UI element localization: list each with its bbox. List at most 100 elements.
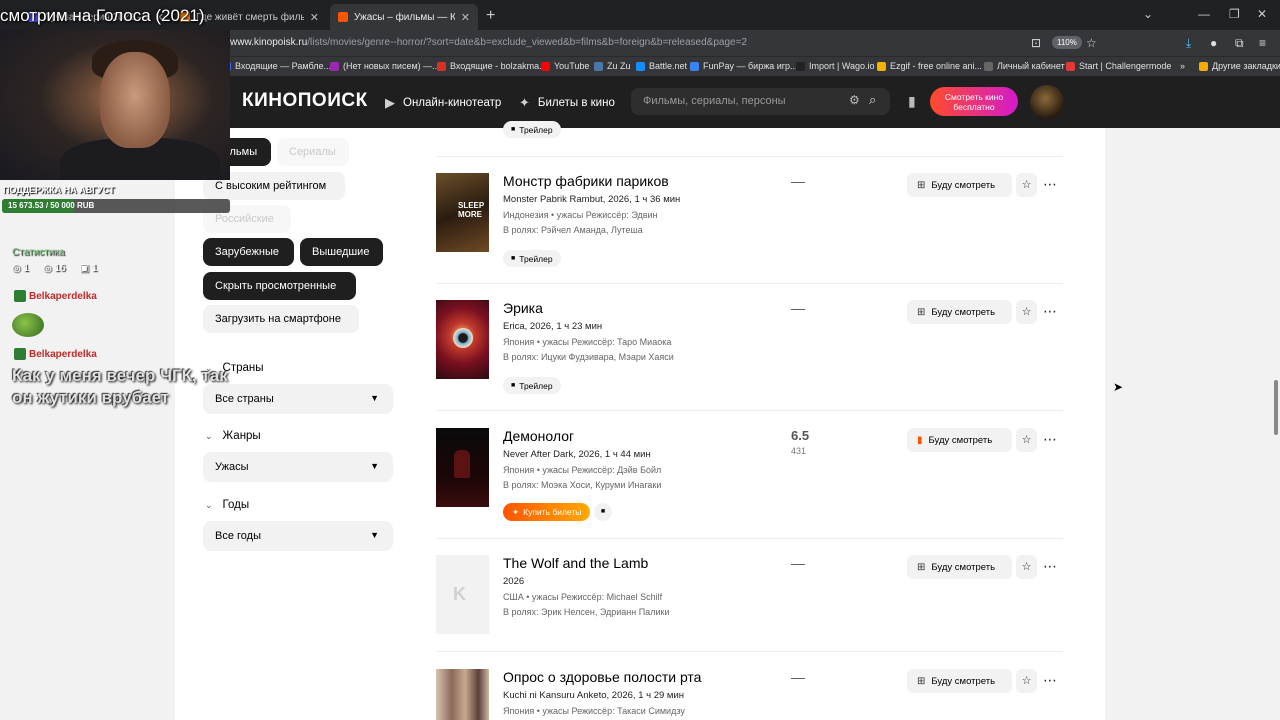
avatar[interactable] — [1030, 85, 1064, 119]
list-item: Опрос о здоровье полости рта Kuchi ni Ka… — [436, 669, 1063, 720]
bookmark-item[interactable]: Личный кабинет — [984, 61, 1065, 71]
stat-value: 1 — [91, 263, 98, 274]
bookmark-favicon — [877, 61, 886, 71]
install-icon[interactable]: ⊡ — [1031, 36, 1041, 50]
filter-icon[interactable]: ⚙ — [849, 93, 860, 107]
other-bookmarks[interactable]: Другие закладки — [1199, 61, 1280, 71]
close-icon[interactable]: ✕ — [310, 11, 319, 24]
watch-label: Буду смотреть — [931, 675, 996, 687]
browser-tab-active[interactable]: Ужасы – фильмы — Кинопоиск ✕ — [330, 4, 478, 30]
nav-online-cinema[interactable]: ▶ Онлайн-кинотеатр — [385, 95, 501, 111]
watch-free-button[interactable]: Смотреть кино бесплатно — [930, 87, 1018, 116]
scrollbar-thumb[interactable] — [1274, 380, 1278, 435]
film-title[interactable]: Эрика — [503, 300, 543, 316]
bookmark-item[interactable]: (Нет новых писем) —... — [330, 61, 440, 71]
chip-foreign[interactable]: Зарубежные — [203, 238, 294, 266]
film-votes: 431 — [791, 446, 807, 456]
bookmark-item[interactable]: Ezgif - free online ani... — [877, 61, 982, 71]
search-icon[interactable]: ⌕ — [869, 92, 876, 108]
filter-years-header[interactable]: ⌄ Годы — [205, 499, 249, 511]
star-icon[interactable]: ☆ — [1016, 428, 1037, 452]
poster-image[interactable] — [436, 428, 489, 507]
watch-label: Буду смотреть — [928, 434, 993, 446]
more-bookmarks-icon[interactable]: » — [1180, 61, 1185, 71]
years-select[interactable]: Все годы ▼ — [203, 521, 393, 551]
star-icon[interactable]: ☆ — [1016, 555, 1037, 579]
more-icon[interactable]: ⋯ — [1041, 300, 1059, 324]
poster-figure — [454, 450, 470, 478]
filter-genres-header[interactable]: ⌄ Жанры — [205, 430, 261, 442]
tab-title: Где живёт смерть фильм — [196, 11, 304, 23]
bookmark-item[interactable]: Import | Wago.io — [796, 61, 875, 71]
close-window-icon[interactable]: ✕ — [1257, 7, 1267, 21]
add-list-icon: ⊞ — [917, 675, 926, 687]
bookmark-item[interactable]: Start | Challengermode — [1066, 61, 1171, 71]
film-title[interactable]: Демонолог — [503, 428, 574, 444]
chip-hide-watched[interactable]: Скрыть просмотренные — [203, 272, 356, 300]
chip-download-app[interactable]: Загрузить на смартфоне — [203, 305, 359, 333]
bookmark-item[interactable]: YouTube — [541, 61, 589, 71]
site-logo[interactable]: КИНОПОИСК — [242, 90, 368, 112]
film-title[interactable]: The Wolf and the Lamb — [503, 555, 648, 571]
film-title[interactable]: Опрос о здоровье полости рта — [503, 669, 701, 685]
new-tab-icon[interactable]: + — [486, 7, 495, 25]
nav-tickets[interactable]: ✦ Билеты в кино — [519, 95, 615, 111]
bookmark-item[interactable]: Zu Zu — [594, 61, 631, 71]
watch-label: Буду смотреть — [931, 306, 996, 318]
will-watch-button[interactable]: ⊞ Буду смотреть — [907, 555, 1012, 579]
more-icon[interactable]: ⋯ — [1041, 173, 1059, 197]
bookmark-item[interactable]: Battle.net — [636, 61, 687, 71]
bookmark-item[interactable]: Входящие — Рамбле... — [222, 61, 331, 71]
will-watch-button[interactable]: ▮ Буду смотреть — [907, 428, 1012, 452]
chip-released[interactable]: Вышедшие — [300, 238, 383, 266]
star-icon[interactable]: ☆ — [1016, 173, 1037, 197]
search-input[interactable]: Фильмы, сериалы, персоны ⚙ ⌕ — [631, 88, 890, 115]
will-watch-button[interactable]: ⊞ Буду смотреть — [907, 173, 1012, 197]
poster-placeholder[interactable]: K — [436, 555, 489, 634]
trailer-button[interactable]: ■ Трейлер — [503, 377, 561, 394]
chip-series[interactable]: Сериалы — [277, 138, 349, 166]
star-icon[interactable]: ☆ — [1016, 300, 1037, 324]
will-watch-button[interactable]: ⊞ Буду смотреть — [907, 669, 1012, 693]
download-icon[interactable]: ⤓ — [1186, 36, 1191, 51]
film-title[interactable]: Монстр фабрики париков — [503, 173, 669, 189]
star-icon[interactable]: ☆ — [1016, 669, 1037, 693]
trailer-button[interactable]: ■ Трейлер — [503, 250, 561, 267]
extensions-icon[interactable]: ⧉ — [1235, 36, 1244, 51]
star-bookmark-icon[interactable]: ☆ — [1086, 36, 1097, 50]
will-watch-button[interactable]: ⊞ Буду смотреть — [907, 300, 1012, 324]
tab-search-icon[interactable]: ⌄ — [1143, 7, 1153, 21]
trailer-label: Трейлер — [519, 380, 553, 391]
film-meta: Япония • ужасы Режиссёр: Дэйв Бойл — [503, 465, 662, 475]
add-list-icon: ⊞ — [917, 561, 926, 573]
tab-title: Ужасы – фильмы — Кинопоиск — [354, 11, 455, 23]
poster-image[interactable] — [436, 300, 489, 379]
poster-image[interactable]: SLEEP MORE — [436, 173, 489, 252]
bookmark-item[interactable]: Входящие - bolzakma... — [437, 61, 547, 71]
film-cast: В ролях: Эрик Нелсен, Эдрианн Палики — [503, 607, 670, 617]
poster-image[interactable] — [436, 669, 489, 720]
film-subtitle: 2026 — [503, 576, 525, 587]
camera-icon[interactable]: ■ — [594, 503, 612, 521]
maximize-icon[interactable]: ❐ — [1229, 7, 1240, 21]
divider — [436, 156, 1063, 157]
more-icon[interactable]: ⋯ — [1041, 669, 1059, 693]
stat-value: 1 — [23, 263, 30, 274]
stat-item: ▣ 1 — [80, 263, 98, 274]
profile-icon[interactable]: ● — [1210, 36, 1217, 50]
bookmark-item[interactable]: FunPay — биржа игр... — [690, 61, 798, 71]
zoom-badge[interactable]: 110% — [1052, 36, 1082, 49]
bookmark-icon[interactable]: ▮ — [908, 93, 916, 110]
menu-icon[interactable]: ≡ — [1259, 36, 1266, 50]
close-icon[interactable]: ✕ — [461, 11, 470, 24]
trailer-button[interactable]: ■ Трейлер — [503, 121, 561, 138]
badge-icon — [14, 348, 26, 360]
more-icon[interactable]: ⋯ — [1041, 555, 1059, 579]
url-field[interactable]: www.kinopoisk.ru/lists/movies/genre--hor… — [230, 37, 747, 48]
genres-select[interactable]: Ужасы ▼ — [203, 452, 393, 482]
bookmark-favicon — [690, 61, 699, 71]
minimize-icon[interactable]: — — [1198, 7, 1210, 21]
more-icon[interactable]: ⋯ — [1041, 428, 1059, 452]
bookmark-label: Входящие - bolzakma... — [450, 61, 547, 71]
buy-tickets-button[interactable]: ✦ Купить билеты — [503, 503, 591, 521]
